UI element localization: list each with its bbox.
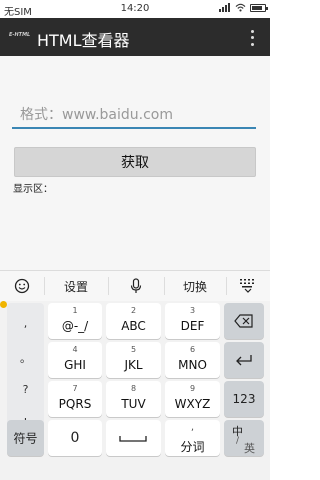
digits-key[interactable]: 123 [224, 381, 264, 417]
keyboard-switch-button[interactable]: 切换 [164, 271, 226, 301]
keyboard-settings-button[interactable]: 设置 [44, 271, 108, 301]
microphone-icon[interactable] [108, 271, 164, 301]
key-6[interactable]: 6 MNO [165, 342, 220, 378]
key-4[interactable]: 4 GHI [48, 342, 102, 378]
punct-comma[interactable]: , [7, 317, 44, 330]
app-bar: E-HTML HTML查看器 [0, 18, 270, 56]
language-toggle-key[interactable]: 中 / 英 [224, 420, 264, 456]
battery-icon [250, 3, 268, 12]
fetch-button[interactable]: 获取 [14, 147, 256, 177]
more-vertical-icon[interactable] [244, 28, 260, 48]
soft-keyboard: 设置 切换 , 。 ? ! 1 @-_/ 2 ABC 3 DEF 4 GHI [0, 270, 270, 480]
key-1[interactable]: 1 @-_/ [48, 303, 102, 339]
key-9[interactable]: 9 WXYZ [165, 381, 220, 417]
enter-icon[interactable] [224, 342, 264, 378]
punct-period[interactable]: 。 [7, 350, 44, 366]
key-3[interactable]: 3 DEF [165, 303, 220, 339]
status-icons [219, 3, 268, 12]
punct-question[interactable]: ? [7, 383, 44, 396]
key-8[interactable]: 8 TUV [106, 381, 161, 417]
key-2[interactable]: 2 ABC [106, 303, 161, 339]
emoji-icon[interactable] [0, 271, 44, 301]
app-title: HTML查看器 [37, 31, 130, 50]
display-area-label: 显示区： [13, 184, 53, 195]
wifi-icon [235, 3, 246, 12]
keyboard-toolbar: 设置 切换 [0, 271, 270, 301]
space-icon[interactable] [106, 420, 161, 456]
app-logo: E-HTML [9, 32, 31, 38]
key-5[interactable]: 5 JKL [106, 342, 161, 378]
symbols-key[interactable]: 符号 [7, 420, 44, 456]
input-indicator-icon [0, 301, 7, 308]
word-split-key[interactable]: , 分词 [165, 420, 220, 456]
main-content: 获取 显示区： [0, 56, 270, 270]
status-bar: 无SIM 14:20 [0, 0, 270, 18]
backspace-icon[interactable] [224, 303, 264, 339]
url-input[interactable] [12, 103, 256, 129]
key-0[interactable]: 0 [48, 420, 102, 456]
keyboard-collapse-icon[interactable] [226, 271, 270, 301]
signal-icon [219, 3, 231, 12]
key-7[interactable]: 7 PQRS [48, 381, 102, 417]
